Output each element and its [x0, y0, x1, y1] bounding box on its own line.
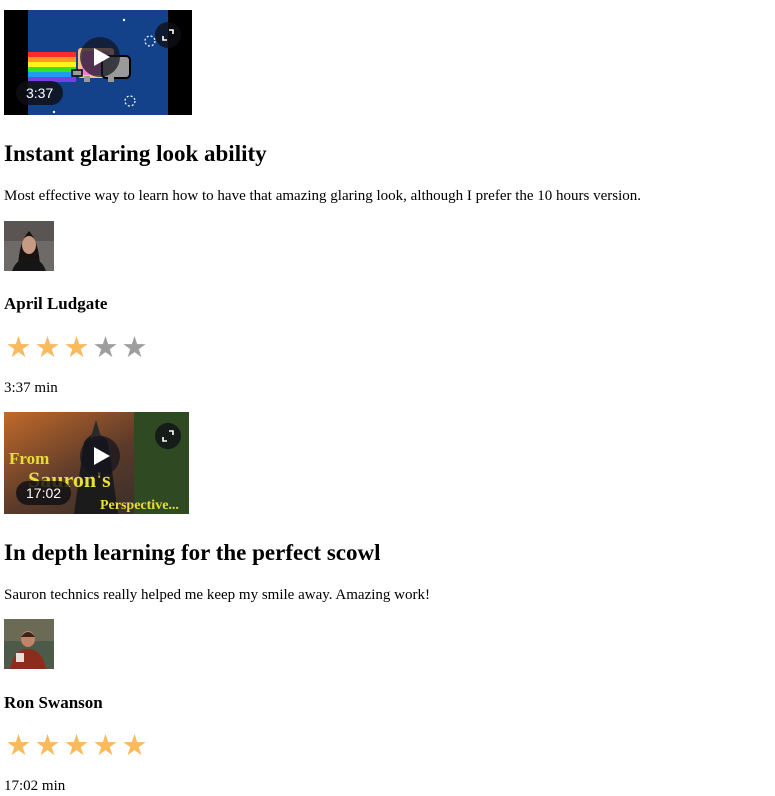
star-filled-icon: ★ [5, 330, 32, 364]
play-icon [93, 48, 110, 66]
author-name: April Ludgate [4, 294, 108, 313]
author-photo [4, 221, 54, 271]
thumbnail-text-3: Perspective... [100, 498, 179, 513]
video-card: 3:37 Instant glaring look ability Most e… [4, 10, 764, 396]
expand-icon [162, 29, 174, 41]
video-title: Instant glaring look ability [4, 141, 267, 166]
play-button[interactable] [80, 436, 120, 476]
video-thumbnail[interactable]: 3:37 [4, 10, 192, 115]
thumbnail-text-1: From [9, 449, 49, 468]
play-button[interactable] [80, 37, 120, 77]
star-filled-icon: ★ [5, 728, 32, 762]
star-filled-icon: ★ [63, 728, 90, 762]
video-length: 3:37 min [4, 380, 58, 396]
duration-badge: 3:37 [16, 81, 64, 105]
star-filled-icon: ★ [63, 330, 90, 364]
duration-badge: 17:02 [16, 481, 72, 505]
video-length: 17:02 min [4, 778, 66, 794]
star-filled-icon: ★ [92, 728, 119, 762]
star-filled-icon: ★ [34, 330, 61, 364]
author-photo [4, 619, 54, 669]
video-card: From Sauron's Perspective... 17:02 In de… [4, 412, 764, 794]
star-filled-icon: ★ [34, 728, 61, 762]
video-description: Sauron technics really helped me keep my… [4, 587, 430, 603]
play-icon [93, 447, 110, 465]
video-description: Most effective way to learn how to have … [4, 188, 642, 204]
star-rating: ★ ★ ★ ★ ★ [4, 730, 149, 760]
star-empty-icon: ★ [92, 330, 119, 364]
author-name: Ron Swanson [4, 693, 103, 712]
video-title: In depth learning for the perfect scowl [4, 540, 381, 565]
video-thumbnail[interactable]: From Sauron's Perspective... 17:02 [4, 412, 189, 514]
star-filled-icon: ★ [121, 728, 148, 762]
fullscreen-button[interactable] [155, 423, 181, 449]
fullscreen-button[interactable] [155, 22, 181, 48]
star-rating: ★ ★ ★ ★ ★ [4, 332, 149, 362]
star-empty-icon: ★ [121, 330, 148, 364]
author-avatar [4, 221, 54, 271]
expand-icon [162, 430, 174, 442]
author-avatar [4, 619, 54, 669]
